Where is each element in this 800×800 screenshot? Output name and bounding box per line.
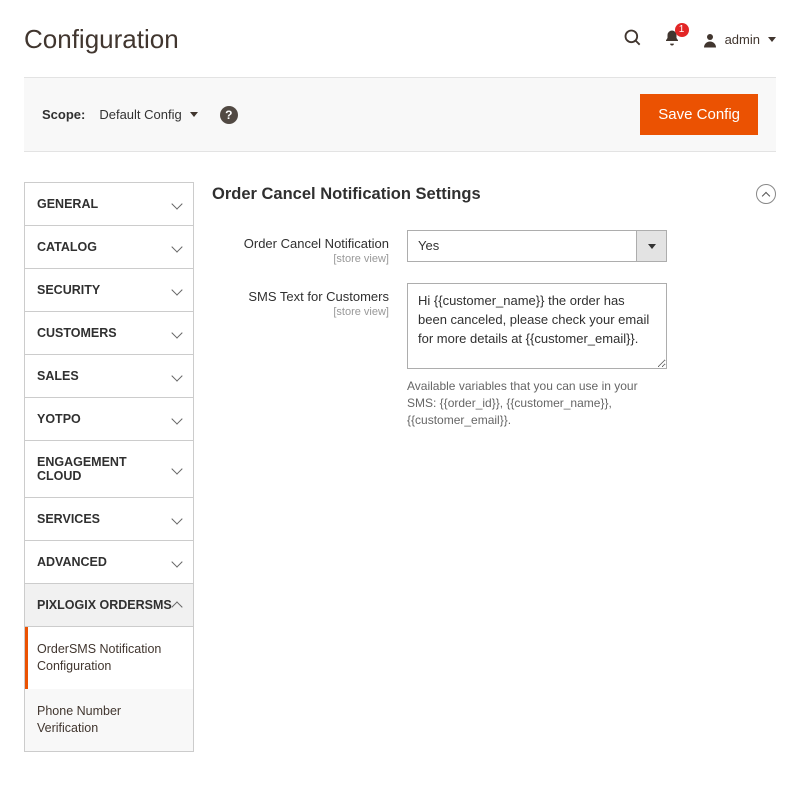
chevron-down-icon	[171, 198, 182, 209]
sms-hint: Available variables that you can use in …	[407, 378, 667, 428]
scope-value: Default Config	[99, 107, 181, 122]
field-scope: [store view]	[212, 306, 389, 318]
admin-user-label: admin	[725, 32, 760, 47]
caret-down-icon	[190, 112, 198, 117]
chevron-down-icon	[171, 284, 182, 295]
chevron-down-icon	[171, 513, 182, 524]
save-config-button[interactable]: Save Config	[640, 94, 758, 135]
scope-bar: Scope: Default Config ? Save Config	[24, 77, 776, 152]
chevron-up-icon	[171, 601, 182, 612]
sidebar-item-general[interactable]: GENERAL	[25, 183, 193, 226]
caret-down-icon	[648, 244, 656, 249]
sms-text-textarea[interactable]	[407, 283, 667, 369]
user-icon	[701, 31, 719, 49]
config-sidebar: GENERAL CATALOG SECURITY CUSTOMERS SALES…	[24, 182, 194, 752]
order-cancel-select[interactable]: Yes	[407, 230, 667, 262]
section-collapse-toggle[interactable]	[756, 184, 776, 204]
sidebar-item-label: ADVANCED	[37, 555, 107, 569]
notifications-icon[interactable]: 1	[663, 29, 681, 50]
sidebar-item-label: PIXLOGIX ORDERSMS	[37, 598, 172, 612]
section-title: Order Cancel Notification Settings	[212, 185, 481, 204]
chevron-down-icon	[171, 241, 182, 252]
select-value: Yes	[408, 231, 636, 261]
scope-selector[interactable]: Default Config	[99, 107, 197, 122]
chevron-down-icon	[171, 413, 182, 424]
sidebar-item-label: SECURITY	[37, 283, 100, 297]
field-label-sms: SMS Text for Customers	[248, 289, 389, 304]
sidebar-item-security[interactable]: SECURITY	[25, 269, 193, 312]
select-dropdown-button[interactable]	[636, 231, 666, 261]
sidebar-item-advanced[interactable]: ADVANCED	[25, 541, 193, 584]
sidebar-item-engagement-cloud[interactable]: ENGAGEMENT CLOUD	[25, 441, 193, 498]
chevron-down-icon	[171, 327, 182, 338]
sidebar-item-sales[interactable]: SALES	[25, 355, 193, 398]
field-label-enable: Order Cancel Notification	[244, 236, 389, 251]
sidebar-item-label: SALES	[37, 369, 79, 383]
sidebar-item-customers[interactable]: CUSTOMERS	[25, 312, 193, 355]
sidebar-item-yotpo[interactable]: YOTPO	[25, 398, 193, 441]
sidebar-item-pixlogix-ordersms[interactable]: PIXLOGIX ORDERSMS	[25, 584, 193, 627]
sidebar-item-label: ENGAGEMENT CLOUD	[37, 455, 173, 483]
chevron-down-icon	[171, 370, 182, 381]
sidebar-item-label: YOTPO	[37, 412, 81, 426]
admin-user-menu[interactable]: admin	[701, 31, 776, 49]
sidebar-item-catalog[interactable]: CATALOG	[25, 226, 193, 269]
chevron-up-icon	[762, 192, 770, 200]
sidebar-item-label: CATALOG	[37, 240, 97, 254]
chevron-down-icon	[171, 556, 182, 567]
sidebar-item-label: CUSTOMERS	[37, 326, 117, 340]
field-scope: [store view]	[212, 253, 389, 265]
sidebar-subitem-phone-verification[interactable]: Phone Number Verification	[25, 689, 193, 751]
sidebar-item-label: SERVICES	[37, 512, 100, 526]
notifications-badge: 1	[675, 23, 689, 37]
caret-down-icon	[768, 37, 776, 42]
sidebar-item-services[interactable]: SERVICES	[25, 498, 193, 541]
search-icon[interactable]	[623, 28, 643, 51]
sidebar-item-label: GENERAL	[37, 197, 98, 211]
chevron-down-icon	[171, 463, 182, 474]
page-title: Configuration	[24, 24, 179, 55]
help-icon[interactable]: ?	[220, 106, 238, 124]
scope-label: Scope:	[42, 107, 85, 122]
sidebar-subitem-ordersms-config[interactable]: OrderSMS Notification Configuration	[25, 627, 193, 689]
